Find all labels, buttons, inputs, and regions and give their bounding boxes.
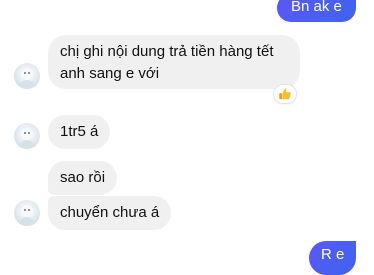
incoming-message-bubble[interactable]: chuyển chưa á [48,196,172,230]
message-text: chuyển chưa á [60,204,160,221]
message-text: sao rồi [60,169,106,186]
contact-avatar[interactable] [14,200,40,226]
message-text: Bn ak e [291,0,342,15]
contact-avatar[interactable] [14,63,40,89]
outgoing-message-bubble[interactable]: R e [309,241,357,275]
message-text: 1tr5 á [60,123,99,140]
incoming-message-bubble[interactable]: sao rồi [48,161,118,195]
conversation-thread: Bn ak e chị ghi nội dung trả tiền hàng t… [0,0,374,275]
message-text-line: anh sang e với [60,65,160,82]
message-reaction[interactable] [274,85,296,103]
incoming-message-bubble[interactable]: chị ghi nội dung trả tiền hàng tết anh s… [48,35,300,89]
contact-avatar[interactable] [14,123,40,149]
message-text: R e [321,246,345,263]
message-text-line: chị ghi nội dung trả tiền hàng tết [60,43,274,60]
outgoing-message-bubble[interactable]: Bn ak e [277,0,356,22]
incoming-message-bubble[interactable]: 1tr5 á [48,115,111,149]
thumbs-up-icon [279,88,291,100]
